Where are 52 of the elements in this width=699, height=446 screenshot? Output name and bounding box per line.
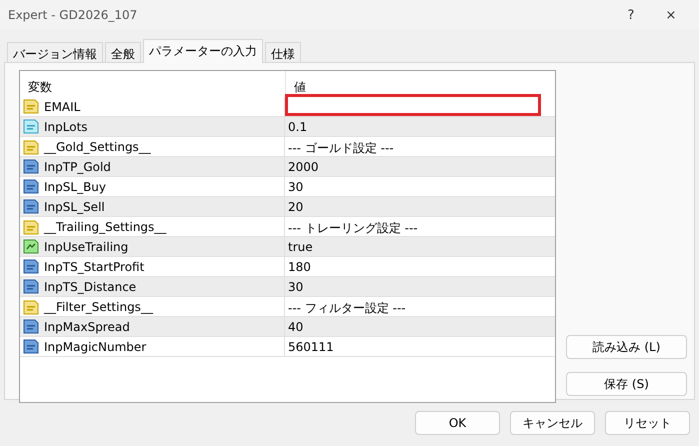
parameter-value[interactable]: 2000: [288, 160, 319, 174]
close-button[interactable]: ×: [651, 8, 691, 22]
parameter-name: InpTS_StartProfit: [44, 260, 144, 274]
toggle-icon: [23, 239, 39, 254]
parameter-value[interactable]: --- ゴールド設定 ---: [288, 141, 394, 155]
parameter-name: __Gold_Settings__: [44, 140, 151, 154]
tag-icon: [23, 300, 39, 314]
reset-button[interactable]: リセット: [605, 411, 690, 435]
tag-icon: [23, 319, 39, 334]
help-button[interactable]: ?: [611, 8, 651, 22]
parameter-name: InpLots: [44, 120, 88, 134]
parameter-name: InpTP_Gold: [44, 160, 111, 174]
parameter-name: InpTS_Distance: [44, 280, 136, 294]
tag-icon: [23, 159, 39, 174]
parameter-name: InpUseTrailing: [44, 240, 128, 254]
parameter-name: InpSL_Buy: [44, 180, 106, 194]
parameter-value[interactable]: 20: [288, 200, 304, 214]
parameter-name: InpMagicNumber: [44, 340, 146, 354]
window-title: Expert - GD2026_107: [8, 8, 138, 22]
tab[interactable]: 全般: [105, 42, 141, 62]
parameter-name: __Trailing_Settings__: [44, 220, 166, 234]
tag-icon: [23, 99, 39, 114]
parameter-name: EMAIL: [44, 100, 80, 114]
tab[interactable]: パラメーターの入力: [143, 39, 263, 63]
tab[interactable]: バージョン情報: [7, 42, 103, 62]
tab[interactable]: 仕様: [265, 42, 301, 62]
parameter-value[interactable]: 30: [288, 180, 304, 194]
parameter-value[interactable]: --- フィルター設定 ---: [288, 301, 406, 315]
tag-icon: [23, 199, 39, 214]
load-button[interactable]: 読み込み (L): [566, 335, 687, 359]
save-button[interactable]: 保存 (S): [566, 372, 687, 396]
tag-icon: [23, 339, 39, 354]
tag-icon: [23, 259, 39, 274]
parameter-value[interactable]: 180: [288, 260, 311, 274]
parameter-value[interactable]: 30: [288, 280, 304, 294]
cancel-button[interactable]: キャンセル: [510, 411, 595, 435]
tag-icon: [23, 119, 39, 134]
ok-button[interactable]: OK: [415, 411, 500, 435]
parameter-value[interactable]: 0.1: [288, 120, 308, 134]
tag-icon: [23, 220, 39, 234]
tag-icon: [23, 140, 39, 154]
parameter-value[interactable]: true: [288, 240, 313, 254]
parameter-name: InpSL_Sell: [44, 200, 105, 214]
tag-icon: [23, 179, 39, 194]
tag-icon: [23, 279, 39, 294]
column-header: 変数: [27, 79, 53, 96]
parameter-name: InpMaxSpread: [44, 320, 130, 334]
parameter-value[interactable]: --- トレーリング設定 ---: [288, 221, 418, 235]
parameter-value[interactable]: 560111: [288, 340, 334, 354]
parameter-name: __Filter_Settings__: [44, 300, 153, 314]
parameter-value[interactable]: 40: [288, 320, 304, 334]
column-header: 値: [285, 71, 555, 97]
